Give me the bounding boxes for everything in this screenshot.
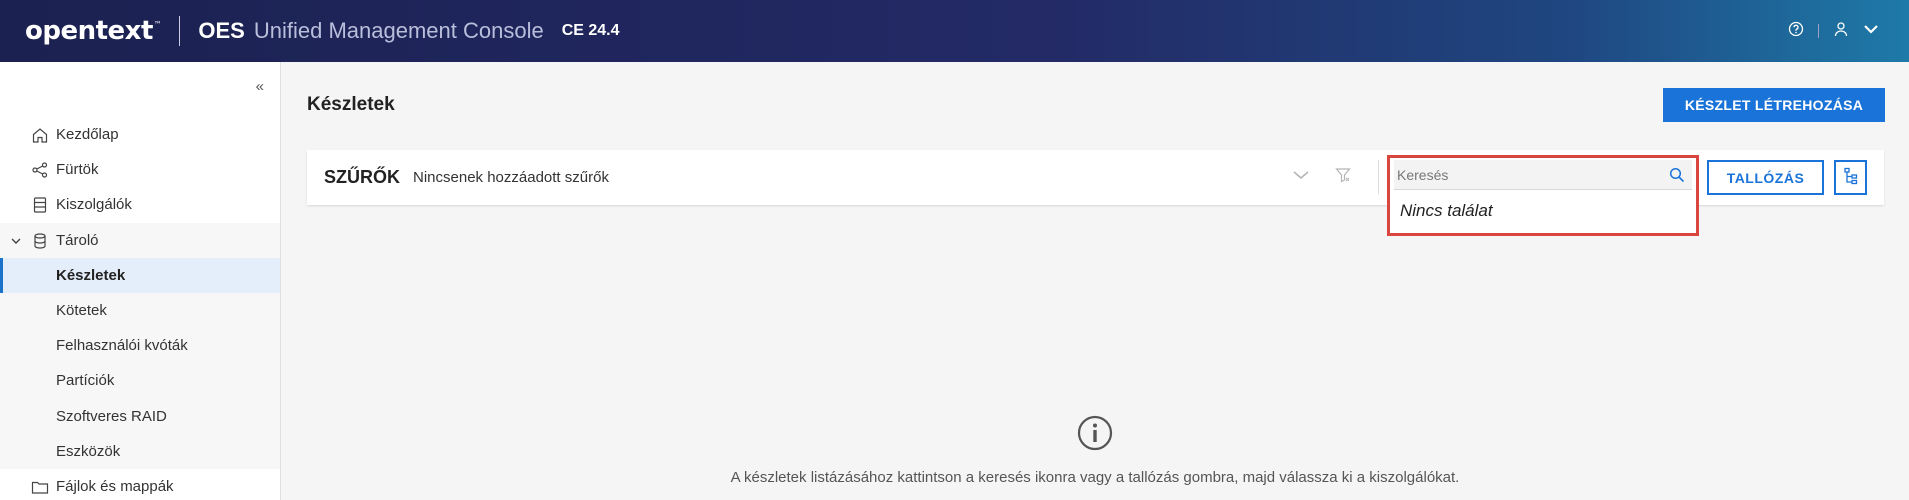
sidebar-item-kotetek[interactable]: Kötetek — [0, 292, 280, 329]
sidebar-item-kiszolgalok[interactable]: Kiszolgálók — [0, 187, 280, 222]
sidebar-item-label: Szoftveres RAID — [56, 407, 167, 425]
collapse-sidebar-button[interactable]: « — [256, 78, 264, 95]
tree-icon — [1843, 167, 1859, 188]
home-icon — [31, 126, 49, 144]
filters-title: SZŰRŐK — [324, 167, 400, 187]
sidebar-item-particiok[interactable]: Partíciók — [0, 363, 280, 399]
sidebar-nav: Kezdőlap Fürtök Kiszolgálók Tároló Készl… — [0, 117, 280, 500]
tree-view-button[interactable] — [1834, 160, 1867, 195]
empty-state-message: A készletek listázásához kattintson a ke… — [730, 469, 1460, 486]
folder-icon — [31, 478, 49, 496]
browse-button[interactable]: TALLÓZÁS — [1707, 160, 1824, 195]
sidebar-item-label: Eszközök — [56, 442, 121, 460]
help-icon[interactable] — [1788, 21, 1804, 42]
sidebar: « Kezdőlap Fürtök Kiszolgálók Tároló Kés… — [0, 62, 281, 500]
sidebar-item-label: Kiszolgálók — [56, 196, 132, 214]
sidebar-item-label: Készletek — [56, 266, 126, 284]
product-version: CE 24.4 — [561, 22, 620, 39]
sidebar-item-label: Fájlok és mappák — [56, 477, 174, 495]
product-short-name: OES — [198, 18, 245, 43]
create-pool-button[interactable]: KÉSZLET LÉTREHOZÁSA — [1663, 88, 1885, 122]
no-results-text: Nincs találat — [1400, 201, 1493, 220]
sidebar-item-tarolo[interactable]: Tároló — [0, 222, 280, 258]
sidebar-item-label: Kötetek — [56, 302, 107, 320]
sidebar-item-eszkozok[interactable]: Eszközök — [0, 433, 280, 469]
database-icon — [31, 232, 49, 250]
sidebar-item-felhasznaloi-kvotak[interactable]: Felhasználói kvóták — [0, 328, 280, 364]
header-divider — [179, 16, 181, 46]
product-name: Unified Management Console — [253, 18, 544, 43]
opentext-logo[interactable]: opentext™ — [25, 16, 162, 46]
sidebar-item-furtok[interactable]: Fürtök — [0, 152, 280, 187]
top-header: opentext™ OES Unified Management Console… — [0, 0, 1909, 62]
sidebar-item-label: Kezdőlap — [56, 126, 119, 144]
sidebar-item-label: Partíciók — [56, 372, 115, 390]
header-separator — [1818, 24, 1819, 38]
sidebar-item-label: Tároló — [56, 231, 99, 249]
chevron-down-icon[interactable] — [10, 234, 22, 251]
chevron-down-icon[interactable] — [1863, 22, 1879, 40]
info-icon — [1077, 415, 1113, 456]
share-icon — [31, 161, 49, 179]
sidebar-item-fajlok-es-mappak[interactable]: Fájlok és mappák — [0, 469, 280, 500]
filters-status: Nincsenek hozzáadott szűrők — [413, 169, 609, 186]
search-dropdown: Nincs találat — [1387, 155, 1699, 236]
chevron-down-icon[interactable] — [1292, 168, 1310, 187]
sidebar-item-label: Fürtök — [56, 161, 99, 179]
filter-icon[interactable] — [1335, 167, 1351, 188]
sidebar-item-label: Felhasználói kvóták — [56, 337, 188, 355]
user-icon[interactable] — [1833, 21, 1849, 42]
server-icon — [31, 196, 49, 214]
sidebar-item-szoftveres-raid[interactable]: Szoftveres RAID — [0, 398, 280, 434]
filter-divider — [1378, 160, 1379, 194]
search-input[interactable] — [1394, 160, 1692, 190]
sidebar-item-kezdolap[interactable]: Kezdőlap — [0, 117, 280, 152]
search-icon[interactable] — [1669, 167, 1685, 188]
page-title: Készletek — [307, 94, 395, 115]
sidebar-item-keszletek[interactable]: Készletek — [0, 257, 280, 293]
